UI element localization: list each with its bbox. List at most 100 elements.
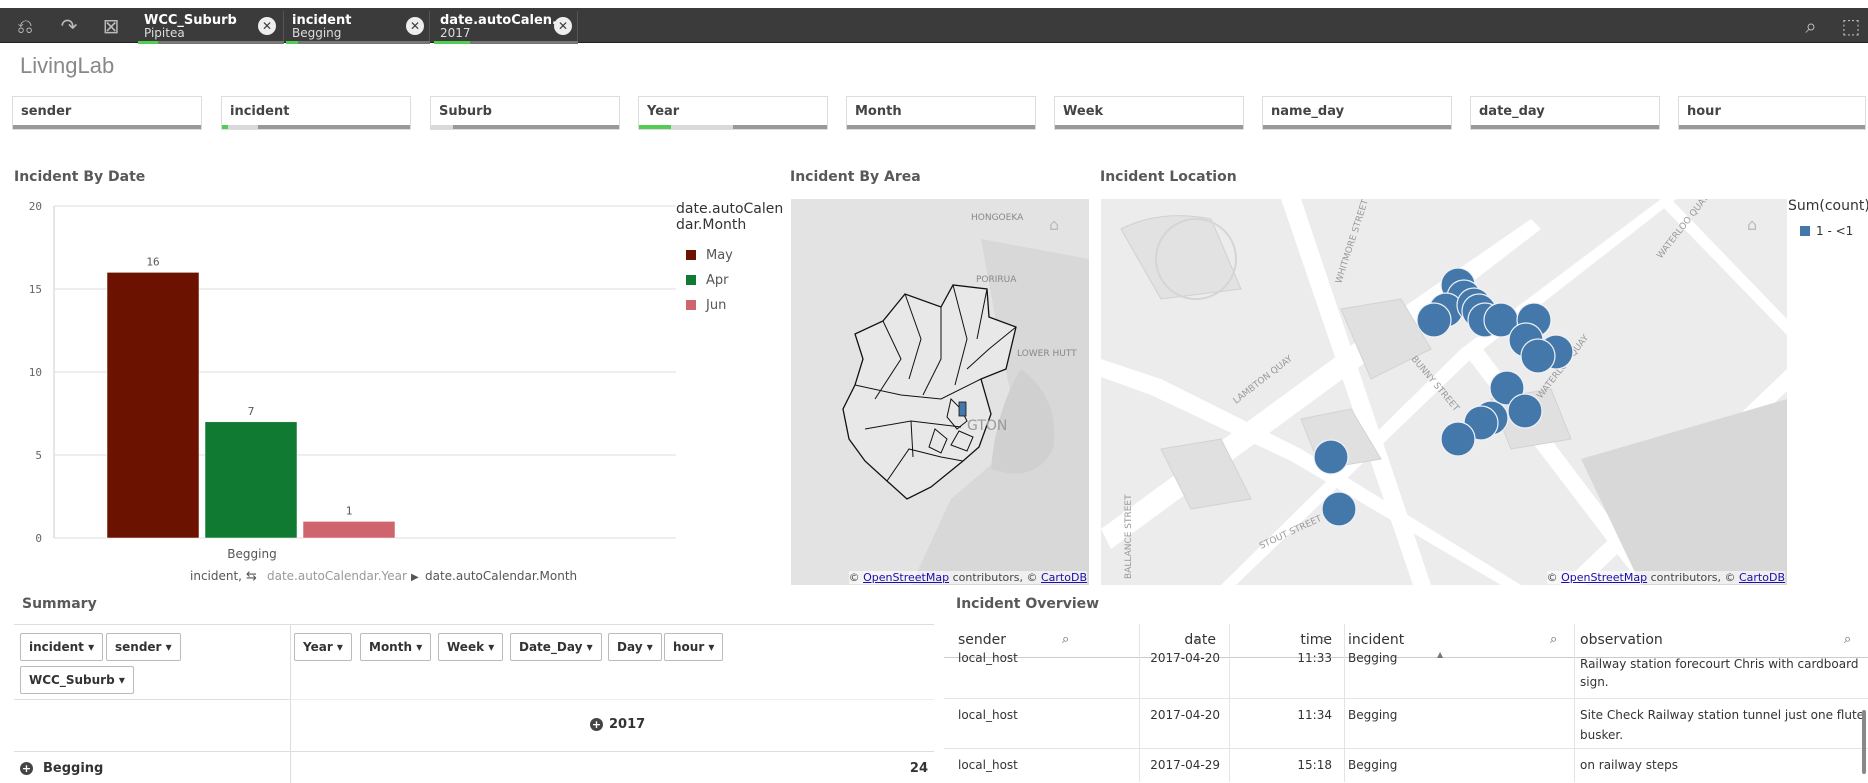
row-dim-incident[interactable]: incident ▾ [20, 633, 104, 661]
y-tick-label: 0 [35, 532, 42, 545]
chip-value: 2017 [440, 26, 471, 40]
filter-bar [1263, 125, 1451, 129]
y-tick-label: 20 [29, 200, 42, 213]
sort-indicator-icon: ▲ [1437, 650, 1444, 659]
filter-label: Month [855, 104, 902, 119]
filter-label: sender [21, 104, 72, 119]
legend-swatch [1800, 226, 1810, 236]
filter-hour[interactable]: hour [1678, 96, 1866, 130]
breadcrumb-arrow-icon: ▶ [411, 572, 419, 583]
incident-by-area-map[interactable]: HONGOEKA PORIRUA LOWER HUTT GTON ⌂ © Ope… [791, 199, 1089, 585]
location-point[interactable] [1313, 439, 1349, 475]
incident-location-map[interactable]: WHITMORE STREET LAMBTON QUAY BUNNY STREE… [1101, 199, 1787, 585]
street-label: BALLANCE STREET [1124, 494, 1134, 579]
search-icon[interactable]: ⌕ [1844, 632, 1851, 647]
filter-label: Week [1063, 104, 1104, 119]
expand-icon[interactable]: + [20, 762, 33, 775]
incident-overview-table: sender ⌕ date ⌕ time ⌕ incident ⌕ observ… [944, 624, 1868, 782]
location-point[interactable] [1520, 338, 1556, 374]
filter-date-day[interactable]: date_day [1470, 96, 1660, 130]
home-icon[interactable]: ⌂ [1747, 215, 1767, 234]
data-label: 1 [346, 504, 353, 517]
filter-label: incident [230, 104, 290, 119]
selection-chip-suburb[interactable]: WCC_Suburb Pipitea ✕ [138, 11, 284, 44]
table-scrollbar[interactable] [1862, 710, 1866, 774]
map-label-hongoeka: HONGOEKA [971, 213, 1024, 223]
row-begging-value: 24 [909, 761, 928, 776]
incident-by-area-title: Incident By Area [790, 169, 921, 185]
col-dim-year[interactable]: Year ▾ [294, 633, 352, 661]
map-label-wellington: GTON [967, 418, 1007, 434]
row-dim-sender[interactable]: sender ▾ [106, 633, 181, 661]
location-point[interactable] [1507, 393, 1543, 429]
legend-item[interactable]: Apr [706, 273, 729, 288]
year-header[interactable]: +2017 [590, 717, 645, 732]
selection-chip-incident[interactable]: incident Begging ✕ [286, 11, 430, 44]
filter-month[interactable]: Month [846, 96, 1036, 130]
col-dim-day[interactable]: Day ▾ [608, 633, 662, 661]
search-icon[interactable]: ⌕ [1062, 632, 1069, 647]
bar[interactable] [302, 521, 396, 539]
filter-year[interactable]: Year [638, 96, 828, 130]
filter-name-day[interactable]: name_day [1262, 96, 1452, 130]
col-dim-week[interactable]: Week ▾ [438, 633, 504, 661]
legend-item[interactable]: May [706, 248, 733, 263]
search-icon[interactable]: ⌕ [1194, 632, 1201, 647]
location-legend-item: 1 - <1 [1800, 224, 1853, 238]
expand-icon[interactable]: + [590, 718, 603, 731]
incident-by-date-chart[interactable]: 0 5 10 15 20 16 7 1 Begging incident, ⇆ date.autoCa… [14, 196, 789, 588]
search-icon[interactable]: ⌕ [1798, 13, 1824, 39]
close-icon[interactable]: ✕ [406, 17, 424, 35]
search-icon[interactable]: ⌕ [1320, 632, 1327, 647]
bar[interactable] [204, 421, 298, 539]
location-legend-title: Sum(count) [1788, 198, 1868, 214]
col-dim-hour[interactable]: hour ▾ [664, 633, 724, 661]
selection-chip-date[interactable]: date.autoCalen... 2017 ✕ [434, 11, 578, 44]
filter-label: Suburb [439, 104, 492, 119]
filter-bar [1055, 125, 1243, 129]
bar[interactable] [106, 272, 200, 539]
col-dim-date-day[interactable]: Date_Day ▾ [510, 633, 602, 661]
filter-bar [13, 125, 201, 129]
location-point[interactable] [1440, 421, 1476, 457]
incident-by-date-title: Incident By Date [14, 169, 146, 185]
close-icon[interactable]: ✕ [258, 17, 276, 35]
filter-suburb[interactable]: Suburb [430, 96, 620, 130]
data-label: 16 [146, 255, 159, 268]
legend-title: dar.Month [676, 217, 746, 233]
area-map-svg: HONGOEKA PORIRUA LOWER HUTT GTON [791, 199, 1089, 585]
cartodb-link[interactable]: CartoDB [1041, 571, 1087, 584]
row-begging[interactable]: + Begging [20, 761, 103, 776]
clear-selections-icon[interactable]: ⊠ [98, 13, 124, 39]
window-top-strip [0, 0, 1868, 8]
legend-swatch [686, 275, 696, 285]
undo-icon[interactable]: ⎌ [12, 13, 38, 39]
filter-incident[interactable]: incident [221, 96, 411, 130]
chip-bar [138, 41, 284, 44]
search-icon[interactable]: ⌕ [1550, 632, 1557, 647]
col-dim-month[interactable]: Month ▾ [360, 633, 432, 661]
cartodb-link[interactable]: CartoDB [1739, 571, 1785, 584]
col-header-sender[interactable]: sender [958, 632, 1006, 648]
col-header-date[interactable]: date [1144, 632, 1216, 648]
incident-overview-title: Incident Overview [956, 596, 1100, 612]
col-header-observation[interactable]: observation [1580, 632, 1663, 648]
filter-sender[interactable]: sender [12, 96, 202, 130]
row-dim-wcc-suburb[interactable]: WCC_Suburb ▾ [20, 666, 134, 694]
map-attribution: © OpenStreetMap contributors, © CartoDB [1546, 571, 1785, 584]
filter-bar [847, 125, 1035, 129]
close-icon[interactable]: ✕ [554, 17, 572, 35]
location-point[interactable] [1321, 491, 1357, 527]
selection-tool-icon[interactable]: ⬚ [1838, 13, 1864, 39]
dimension-switch-icon: ⇆ [246, 569, 257, 584]
filter-week[interactable]: Week [1054, 96, 1244, 130]
legend-swatch [686, 250, 696, 260]
legend-item[interactable]: Jun [705, 298, 726, 313]
redo-icon[interactable]: ↷ [56, 13, 82, 39]
osm-link[interactable]: OpenStreetMap [1561, 571, 1647, 584]
osm-link[interactable]: OpenStreetMap [863, 571, 949, 584]
location-point[interactable] [1416, 302, 1452, 338]
table-header: sender ⌕ date ⌕ time ⌕ incident ⌕ observ… [944, 624, 1868, 659]
col-header-incident[interactable]: incident [1348, 632, 1404, 648]
home-icon[interactable]: ⌂ [1049, 215, 1069, 234]
